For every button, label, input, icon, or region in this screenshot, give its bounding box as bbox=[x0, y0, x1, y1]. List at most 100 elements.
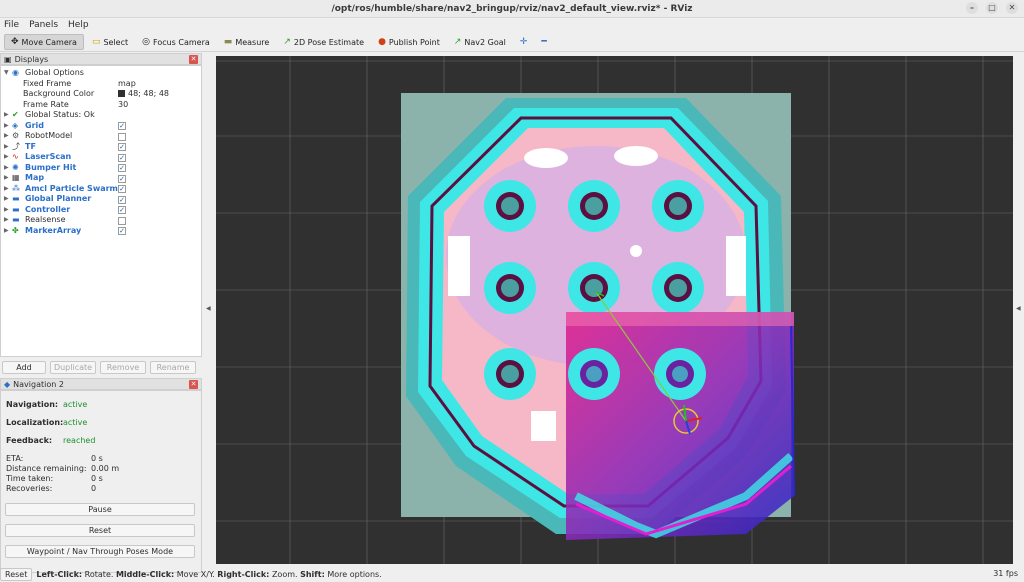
display-item[interactable]: ▶ ∿ LaserScan ✓ bbox=[1, 152, 199, 163]
add-tool-button[interactable]: ✛ bbox=[514, 34, 534, 50]
display-item[interactable]: ▶ ▬ Controller ✓ bbox=[1, 205, 199, 216]
display-item[interactable]: ▶ ✤ MarkerArray ✓ bbox=[1, 226, 199, 237]
localization-label: Localization: bbox=[6, 418, 64, 427]
display-item-label: Controller bbox=[25, 204, 71, 214]
display-item[interactable]: ▶ ⁂ Amcl Particle Swarm ✓ bbox=[1, 184, 199, 195]
local-costmap-edge bbox=[566, 312, 794, 326]
collapsed-arrow-icon[interactable]: ▶ bbox=[4, 226, 9, 237]
checked-checkbox[interactable]: ✓ bbox=[118, 227, 126, 235]
tool-label: Move Camera bbox=[21, 37, 77, 47]
tool-measure[interactable]: ▬ Measure bbox=[218, 34, 276, 50]
remove-tool-icon: ━ bbox=[541, 36, 547, 47]
tool-label: Measure bbox=[235, 37, 270, 47]
checked-checkbox[interactable]: ✓ bbox=[118, 174, 126, 183]
folder-icon: ▬ bbox=[12, 194, 20, 203]
hint-left-key: Left-Click: bbox=[36, 569, 83, 579]
collapsed-arrow-icon[interactable]: ▶ bbox=[4, 163, 9, 174]
collapsed-arrow-icon[interactable]: ▶ bbox=[4, 131, 9, 142]
background-color-value[interactable]: 48; 48; 48 bbox=[118, 89, 169, 100]
display-item[interactable]: ▶ ⚙ RobotModel bbox=[1, 131, 199, 142]
remove-button[interactable]: Remove bbox=[100, 361, 146, 374]
checked-checkbox[interactable]: ✓ bbox=[118, 153, 126, 162]
navigation-panel: Navigation: active Localization: active … bbox=[0, 390, 202, 573]
reset-view-button[interactable]: Reset bbox=[0, 567, 33, 581]
minimize-icon[interactable]: – bbox=[966, 2, 978, 14]
duplicate-button[interactable]: Duplicate bbox=[50, 361, 96, 374]
render-viewport[interactable] bbox=[216, 56, 1013, 564]
collapse-left-icon[interactable]: ◀ bbox=[206, 305, 211, 312]
close-panel-icon[interactable]: ✕ bbox=[189, 55, 198, 64]
checked-checkbox[interactable]: ✓ bbox=[118, 206, 126, 214]
tool-select[interactable]: ▭ Select bbox=[86, 34, 134, 50]
display-item[interactable]: ▶ ✺ Bumper Hit ✓ bbox=[1, 163, 199, 174]
tool-focus-camera[interactable]: ◎ Focus Camera bbox=[136, 34, 216, 50]
rename-button[interactable]: Rename bbox=[150, 361, 196, 374]
remove-tool-button[interactable]: ━ bbox=[535, 34, 552, 50]
expanded-arrow-icon[interactable]: ▼ bbox=[4, 68, 9, 79]
collapse-right-icon[interactable]: ◀ bbox=[1016, 305, 1021, 312]
collapsed-arrow-icon[interactable]: ▶ bbox=[4, 194, 9, 205]
collapsed-arrow-icon[interactable]: ▶ bbox=[4, 215, 9, 226]
collapsed-arrow-icon[interactable]: ▶ bbox=[4, 152, 9, 163]
close-panel-icon[interactable]: ✕ bbox=[189, 380, 198, 389]
tool-publish-point[interactable]: ● Publish Point bbox=[372, 34, 446, 50]
checked-checkbox[interactable]: ✓ bbox=[118, 143, 126, 151]
collapsed-arrow-icon[interactable]: ▶ bbox=[4, 173, 9, 184]
maximize-icon[interactable]: □ bbox=[986, 2, 998, 14]
tool-2d-pose-estimate[interactable]: ↗ 2D Pose Estimate bbox=[277, 34, 370, 50]
display-item[interactable]: ▶ ⤴ TF ✓ bbox=[1, 142, 199, 153]
pause-button[interactable]: Pause bbox=[5, 503, 195, 516]
tree-row-fixed-frame[interactable]: Fixed Frame map bbox=[1, 79, 199, 90]
reset-navigation-button[interactable]: Reset bbox=[5, 524, 195, 537]
menu-panels[interactable]: Panels bbox=[29, 18, 58, 32]
unchecked-checkbox[interactable] bbox=[118, 216, 126, 225]
tool-label: Nav2 Goal bbox=[464, 37, 506, 47]
global-status-label: Global Status: Ok bbox=[25, 110, 95, 119]
publish-point-icon: ● bbox=[378, 36, 386, 47]
map-icon: ▦ bbox=[12, 173, 20, 182]
move-camera-icon: ✥ bbox=[11, 36, 19, 47]
display-item-label: Global Planner bbox=[25, 194, 92, 203]
menu-file[interactable]: File bbox=[4, 18, 19, 32]
collapsed-arrow-icon[interactable]: ▶ bbox=[4, 110, 9, 121]
waypoint-mode-button[interactable]: Waypoint / Nav Through Poses Mode bbox=[5, 545, 195, 558]
tool-nav2-goal[interactable]: ↗ Nav2 Goal bbox=[448, 34, 512, 50]
checked-checkbox[interactable]: ✓ bbox=[118, 122, 126, 130]
collapsed-arrow-icon[interactable]: ▶ bbox=[4, 184, 9, 195]
checked-checkbox[interactable]: ✓ bbox=[118, 164, 126, 172]
collapsed-arrow-icon[interactable]: ▶ bbox=[4, 121, 9, 132]
tree-row-background-color[interactable]: Background Color 48; 48; 48 bbox=[1, 89, 199, 100]
add-button[interactable]: Add bbox=[2, 361, 46, 374]
tree-row-global-options[interactable]: ▼ ◉ Global Options bbox=[1, 68, 199, 79]
display-item[interactable]: ▶ ▬ Realsense bbox=[1, 215, 199, 226]
checked-checkbox[interactable]: ✓ bbox=[118, 195, 126, 204]
right-splitter-handle[interactable]: ◀ bbox=[1014, 53, 1024, 563]
frame-rate-value[interactable]: 30 bbox=[118, 100, 128, 111]
collapsed-arrow-icon[interactable]: ▶ bbox=[4, 142, 9, 153]
left-splitter-handle[interactable]: ◀ bbox=[202, 53, 216, 563]
tree-row-global-status[interactable]: ▶ ✔ Global Status: Ok bbox=[1, 110, 199, 121]
navigation-panel-header: ◆ Navigation 2 ✕ bbox=[0, 378, 202, 390]
display-item-label: TF bbox=[25, 141, 36, 151]
hint-middle-desc: Move X/Y. bbox=[176, 569, 215, 579]
close-icon[interactable]: ✕ bbox=[1006, 2, 1018, 14]
robot-model-icon: ⚙ bbox=[12, 131, 20, 140]
tool-label: 2D Pose Estimate bbox=[293, 37, 365, 47]
display-item-label: Amcl Particle Swarm bbox=[25, 183, 118, 193]
display-item-label: Realsense bbox=[25, 215, 66, 224]
collapsed-arrow-icon[interactable]: ▶ bbox=[4, 205, 9, 216]
checked-checkbox[interactable]: ✓ bbox=[118, 185, 126, 193]
tool-move-camera[interactable]: ✥ Move Camera bbox=[4, 34, 84, 50]
display-item[interactable]: ▶ ▦ Map ✓ bbox=[1, 173, 199, 184]
hint-middle-key: Middle-Click: bbox=[115, 569, 175, 579]
tree-row-frame-rate[interactable]: Frame Rate 30 bbox=[1, 100, 199, 111]
fps-counter: 31 fps bbox=[993, 569, 1018, 578]
menu-help[interactable]: Help bbox=[68, 18, 89, 32]
fixed-frame-value[interactable]: map bbox=[118, 79, 136, 90]
unchecked-checkbox[interactable] bbox=[118, 132, 126, 141]
display-item[interactable]: ▶ ▬ Global Planner ✓ bbox=[1, 194, 199, 205]
grid-icon: ◈ bbox=[12, 120, 19, 130]
display-item[interactable]: ▶ ◈ Grid ✓ bbox=[1, 121, 199, 132]
laser-scan-icon: ∿ bbox=[12, 152, 19, 161]
globe-icon: ◉ bbox=[12, 68, 19, 77]
